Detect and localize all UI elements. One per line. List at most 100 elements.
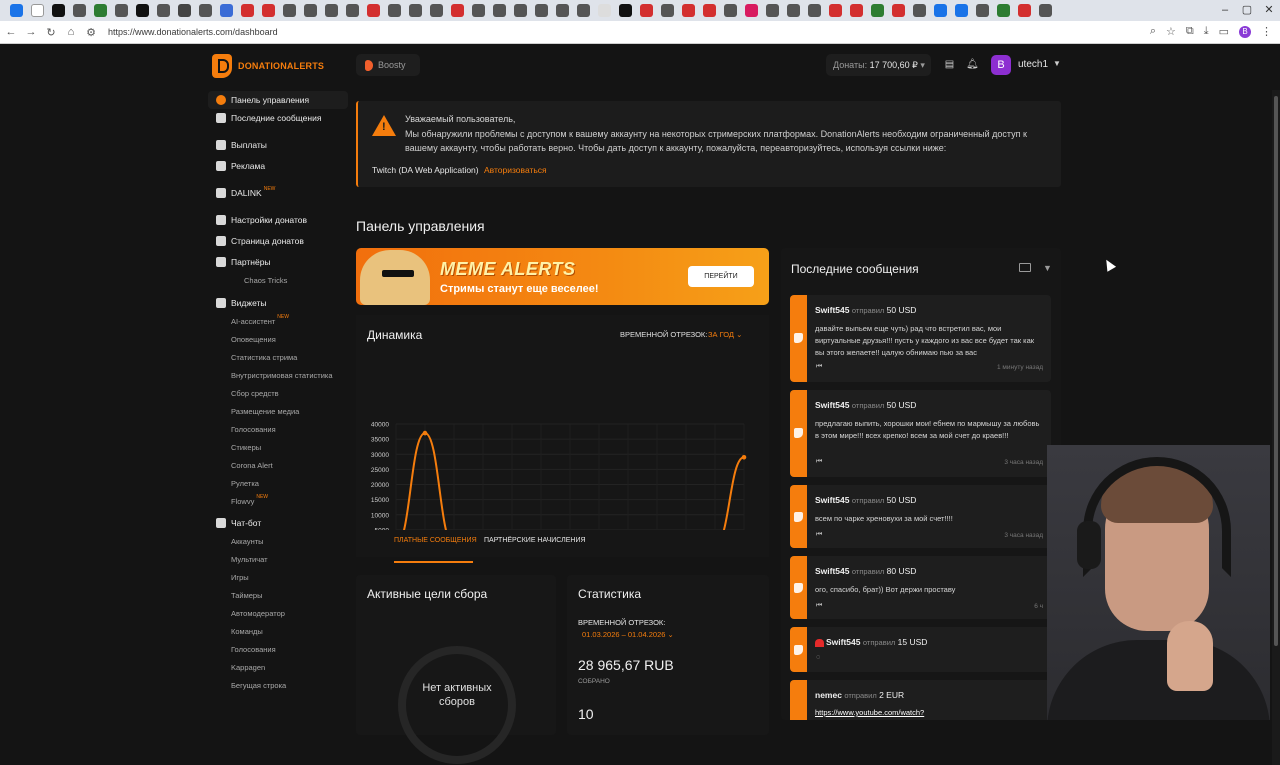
browser-tab-favicon[interactable]: [325, 4, 338, 17]
browser-tab-favicon[interactable]: [892, 4, 905, 17]
browser-tab-favicon[interactable]: [976, 4, 989, 17]
browser-tab-favicon[interactable]: [661, 4, 674, 17]
sidebar-icon[interactable]: ▭: [1219, 25, 1229, 38]
sidebar-subitem-media[interactable]: Размещение медиа: [208, 402, 348, 420]
profile-avatar[interactable]: B: [1239, 25, 1251, 38]
sidebar-subitem-corona-alert[interactable]: Corona Alert: [208, 456, 348, 474]
sidebar-subitem-stickers[interactable]: Стикеры: [208, 438, 348, 456]
sidebar-item-donation-settings[interactable]: Настройки донатов: [208, 211, 348, 229]
sidebar-subitem-flowvy[interactable]: Flowvy NEW: [208, 492, 348, 510]
browser-tab-favicon[interactable]: [178, 4, 191, 17]
home-icon[interactable]: ⌂: [62, 26, 80, 38]
sidebar-item-widgets[interactable]: Виджеты: [208, 294, 348, 312]
sidebar-subitem-ticker[interactable]: Бегущая строка: [208, 676, 348, 694]
browser-tab-favicon[interactable]: [241, 4, 254, 17]
browser-tab-favicon[interactable]: [52, 4, 65, 17]
sidebar-item-last-messages[interactable]: Последние сообщения: [208, 109, 348, 127]
browser-tab-favicon[interactable]: [430, 4, 443, 17]
tab-paid-messages[interactable]: ПЛАТНЫЕ СООБЩЕНИЯ: [394, 537, 477, 544]
scrollbar-thumb[interactable]: [1274, 96, 1278, 646]
sidebar-item-partners[interactable]: Партнёры: [208, 253, 348, 271]
sidebar-subitem-commands[interactable]: Команды: [208, 622, 348, 640]
sidebar-subitem-stream-stats[interactable]: Статистика стрима: [208, 348, 348, 366]
browser-tab-favicon[interactable]: [1018, 4, 1031, 17]
boosty-button[interactable]: Boosty: [356, 54, 420, 76]
browser-tab-favicon[interactable]: [913, 4, 926, 17]
sidebar-subitem-polls[interactable]: Голосования: [208, 420, 348, 438]
browser-tab-favicon[interactable]: [640, 4, 653, 17]
sidebar-subitem-accounts[interactable]: Аккаунты: [208, 532, 348, 550]
browser-tab-favicon[interactable]: [619, 4, 632, 17]
meme-alerts-banner[interactable]: MEME ALERTS Стримы станут еще веселее! П…: [356, 248, 769, 305]
browser-tab-favicon[interactable]: [157, 4, 170, 17]
browser-tab-favicon[interactable]: [556, 4, 569, 17]
browser-tab-favicon[interactable]: [766, 4, 779, 17]
play-icon[interactable]: ⏮: [816, 458, 822, 466]
browser-tab-favicon[interactable]: [955, 4, 968, 17]
browser-tab-favicon[interactable]: [598, 4, 611, 17]
maximize-icon[interactable]: ▢: [1240, 3, 1254, 17]
sidebar-item-chatbot[interactable]: Чат-бот: [208, 514, 348, 532]
donates-dropdown[interactable]: Донаты: 17 700,60 ₽ ▾: [826, 54, 931, 76]
browser-tab-favicon[interactable]: [451, 4, 464, 17]
browser-tab-favicon[interactable]: [724, 4, 737, 17]
browser-tab-favicon[interactable]: [829, 4, 842, 17]
browser-tab-favicon[interactable]: [682, 4, 695, 17]
sidebar-subitem-roulette[interactable]: Рулетка: [208, 474, 348, 492]
banner-go-button[interactable]: ПЕРЕЙТИ: [688, 266, 754, 287]
browser-tab-favicon[interactable]: [409, 4, 422, 17]
browser-tab-favicon[interactable]: [871, 4, 884, 17]
sidebar-subitem-automoderator[interactable]: Автомодератор: [208, 604, 348, 622]
sidebar-subitem-kappagen[interactable]: Kappagen: [208, 658, 348, 676]
browser-tab-favicon[interactable]: [997, 4, 1010, 17]
browser-tab-favicon[interactable]: [472, 4, 485, 17]
sidebar-item-donation-page[interactable]: Страница донатов: [208, 232, 348, 250]
logo[interactable]: DONATIONALERTS: [212, 54, 324, 78]
sidebar-item-payouts[interactable]: Выплаты: [208, 136, 348, 154]
reload-icon[interactable]: ↻: [42, 26, 60, 39]
browser-tab-favicon[interactable]: [136, 4, 149, 17]
browser-tab-favicon[interactable]: [1039, 4, 1052, 17]
sidebar-subitem-alerts[interactable]: Оповещения: [208, 330, 348, 348]
tab-partner-earnings[interactable]: ПАРТНЁРСКИЕ НАЧИСЛЕНИЯ: [484, 537, 586, 544]
screen-icon[interactable]: [1019, 263, 1031, 272]
sidebar-subitem-chaos-tricks[interactable]: Chaos Tricks: [208, 271, 348, 289]
browser-tab-favicon[interactable]: [577, 4, 590, 17]
play-icon[interactable]: ⏮: [816, 531, 822, 539]
browser-tab-favicon[interactable]: [745, 4, 758, 17]
sidebar-subitem-chat-polls[interactable]: Голосования: [208, 640, 348, 658]
bell-icon[interactable]: 🔔︎: [966, 59, 979, 70]
browser-tab-favicon[interactable]: [535, 4, 548, 17]
downloads-icon[interactable]: ⤓: [1204, 25, 1209, 38]
browser-tab-favicon[interactable]: [787, 4, 800, 17]
bookmark-star-icon[interactable]: ☆: [1166, 25, 1176, 38]
extensions-icon[interactable]: ⧉: [1186, 25, 1194, 38]
forward-icon[interactable]: →: [22, 26, 40, 38]
wallet-icon[interactable]: ▤: [944, 59, 955, 70]
browser-tab-favicon[interactable]: [31, 4, 44, 17]
sidebar-item-ads[interactable]: Реклама: [208, 157, 348, 175]
browser-tab-favicon[interactable]: [493, 4, 506, 17]
zoom-icon[interactable]: ⌕: [1150, 25, 1156, 38]
browser-tab-favicon[interactable]: [262, 4, 275, 17]
filter-icon[interactable]: ▼: [1043, 263, 1052, 273]
sidebar-subitem-fundraising[interactable]: Сбор средств: [208, 384, 348, 402]
browser-tab-favicon[interactable]: [388, 4, 401, 17]
sidebar-item-dashboard[interactable]: Панель управления: [208, 91, 348, 109]
back-icon[interactable]: ←: [2, 26, 20, 38]
site-info-icon[interactable]: ⚙: [82, 26, 100, 39]
browser-tab-favicon[interactable]: [115, 4, 128, 17]
close-window-icon[interactable]: ✕: [1262, 3, 1276, 17]
browser-tab-favicon[interactable]: [808, 4, 821, 17]
browser-tab-favicon[interactable]: [73, 4, 86, 17]
browser-tab-favicon[interactable]: [199, 4, 212, 17]
play-icon[interactable]: ⏮: [816, 363, 822, 371]
browser-tab-favicon[interactable]: [514, 4, 527, 17]
stats-period-select[interactable]: 01.03.2026 – 01.04.2026 ⌄: [582, 630, 674, 639]
browser-tab-favicon[interactable]: [367, 4, 380, 17]
minimize-icon[interactable]: –: [1218, 3, 1232, 17]
sidebar-subitem-multichat[interactable]: Мультичат: [208, 550, 348, 568]
browser-tab-favicon[interactable]: [346, 4, 359, 17]
sidebar-subitem-games[interactable]: Игры: [208, 568, 348, 586]
play-icon[interactable]: ⏮: [816, 602, 822, 610]
